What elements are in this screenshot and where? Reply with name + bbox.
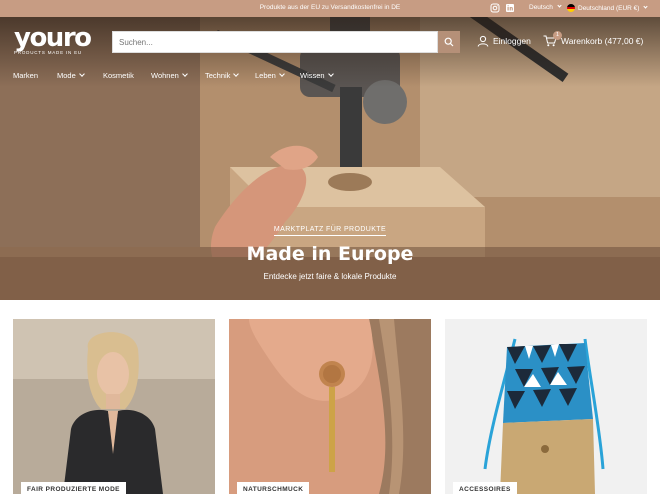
cart-label: Warenkorb (477,00 €) xyxy=(561,36,644,46)
category-card-mode[interactable]: FAIR PRODUZIERTE MODE xyxy=(13,319,215,494)
nav-item-marken[interactable]: Marken xyxy=(13,71,57,80)
nav-item-wohnen[interactable]: Wohnen xyxy=(151,71,205,80)
germany-flag-icon xyxy=(567,4,575,12)
hero-title: Made in Europe xyxy=(246,243,414,265)
hero-subtitle: Entdecke jetzt faire & lokale Produkte xyxy=(263,272,397,281)
country-label: Deutschland (EUR €) xyxy=(578,4,640,12)
promo-bar: Produkte aus der EU zu Versandkostenfrei… xyxy=(0,0,660,17)
backpack-image xyxy=(445,319,647,494)
nav-label: Marken xyxy=(13,71,39,80)
nav-label: Leben xyxy=(255,71,276,80)
fashion-model-image xyxy=(13,319,215,494)
nav-item-leben[interactable]: Leben xyxy=(255,71,300,80)
chevron-down-icon xyxy=(233,71,240,77)
social-links xyxy=(490,3,515,13)
category-label: FAIR PRODUZIERTE MODE xyxy=(21,482,126,494)
hero-tagline-text: MARKTPLATZ FÜR PRODUKTE xyxy=(273,226,387,236)
logo-tagline: PRODUCTS MADE IN EU xyxy=(14,50,82,55)
linkedin-icon[interactable] xyxy=(505,3,515,13)
nav-item-kosmetik[interactable]: Kosmetik xyxy=(103,71,151,80)
category-label: ACCESSOIRES xyxy=(453,482,517,494)
nav-label: Mode xyxy=(57,71,76,80)
language-selector[interactable]: Deutsch xyxy=(529,3,562,11)
earring-image xyxy=(229,319,431,494)
category-label: NATURSCHMUCK xyxy=(237,482,310,494)
site-logo[interactable]: youro PRODUCTS MADE IN EU xyxy=(14,23,92,55)
chevron-down-icon xyxy=(327,71,334,77)
nav-item-technik[interactable]: Technik xyxy=(205,71,255,80)
nav-label: Wissen xyxy=(300,71,325,80)
search-icon xyxy=(444,37,454,47)
chevron-down-icon xyxy=(181,71,188,77)
chevron-down-icon xyxy=(78,71,85,77)
user-icon xyxy=(477,35,489,47)
login-button[interactable]: Einloggen xyxy=(477,35,531,47)
hero-tagline: MARKTPLATZ FÜR PRODUKTE xyxy=(0,226,660,236)
language-label: Deutsch xyxy=(529,4,553,11)
nav-label: Kosmetik xyxy=(103,71,134,80)
nav-item-mode[interactable]: Mode xyxy=(57,71,103,80)
chevron-down-icon xyxy=(557,3,562,8)
category-card-naturschmuck[interactable]: NATURSCHMUCK xyxy=(229,319,431,494)
country-selector[interactable]: Deutschland (EUR €) xyxy=(567,3,649,12)
logo-wordmark: youro xyxy=(14,23,92,53)
nav-label: Wohnen xyxy=(151,71,179,80)
chevron-down-icon xyxy=(279,71,285,77)
category-card-accessoires[interactable]: ACCESSOIRES xyxy=(445,319,647,494)
chevron-down-icon xyxy=(643,3,649,9)
search-input[interactable] xyxy=(112,31,438,53)
nav-item-wissen[interactable]: Wissen xyxy=(300,71,350,80)
nav-label: Technik xyxy=(205,71,231,80)
instagram-icon[interactable] xyxy=(490,3,500,13)
main-nav: Marken Mode Kosmetik Wohnen Technik Lebe… xyxy=(13,71,350,80)
search-button[interactable] xyxy=(438,31,460,53)
login-label: Einloggen xyxy=(493,36,531,46)
cart-count-badge: 1 xyxy=(553,31,562,40)
